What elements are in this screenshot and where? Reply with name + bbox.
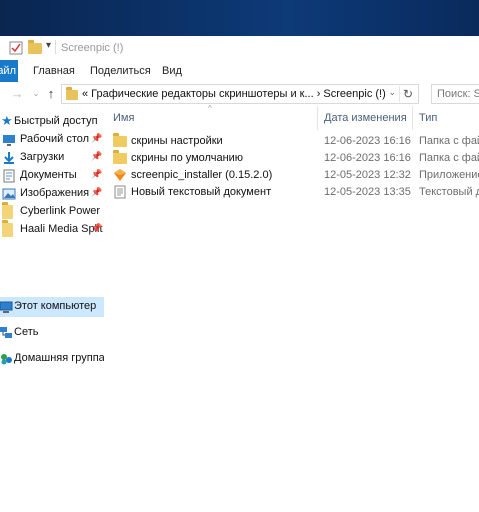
customize-toolbar-icon[interactable]: ▾ [46, 40, 60, 54]
homegroup-icon [1, 354, 12, 365]
nav-label: Cyberlink Power [20, 205, 101, 217]
nav-quick-access[interactable]: ★ Быстрый доступ [0, 112, 104, 132]
network-icon [0, 327, 12, 338]
new-folder-icon[interactable] [28, 40, 42, 55]
nav-this-pc[interactable]: Этот компьютер [0, 297, 104, 317]
installer-icon [114, 169, 126, 181]
pin-icon[interactable]: 📌 [91, 223, 102, 234]
file-name: Новый текстовый документ [131, 186, 272, 198]
pin-icon[interactable]: 📌 [91, 169, 102, 180]
explorer-window: ▾ Screenpic (!) айл Главная Поделиться В… [0, 36, 479, 512]
download-icon [4, 152, 14, 164]
nav-pictures[interactable]: Изображения 📌 [0, 184, 104, 204]
file-type: Приложение [419, 169, 479, 181]
refresh-icon[interactable]: ↻ [399, 86, 416, 102]
forward-arrow-icon[interactable]: → [9, 85, 25, 103]
nav-label: Документы [20, 169, 77, 181]
file-row[interactable]: Новый текстовый документ 12-05-2023 13:3… [113, 184, 479, 201]
titlebar-divider [55, 40, 56, 54]
file-name: скрины по умолчанию [131, 152, 244, 164]
file-date: 12-06-2023 16:16 [324, 152, 411, 164]
file-list: Имя ^ Дата изменения Тип скрины настройк… [113, 104, 479, 512]
computer-icon [0, 301, 13, 313]
star-icon: ★ [1, 113, 13, 128]
folder-icon [2, 202, 16, 219]
ribbon-tabs: айл Главная Поделиться Вид [0, 60, 479, 83]
breadcrumb[interactable]: « Графические редакторы скриншотеры и к.… [82, 88, 386, 100]
folder-icon [113, 150, 127, 165]
address-bar[interactable]: « Графические редакторы скриншотеры и к.… [61, 84, 419, 104]
file-row[interactable]: screenpic_installer (0.15.2.0) 12-05-202… [113, 167, 479, 184]
nav-homegroup[interactable]: Домашняя группа [0, 349, 104, 369]
navigation-pane: ★ Быстрый доступ Рабочий стол 📌 Загрузки… [0, 112, 104, 512]
text-file-icon [114, 185, 126, 199]
pictures-icon [2, 188, 16, 200]
nav-downloads[interactable]: Загрузки 📌 [0, 148, 104, 168]
nav-label: Изображения [20, 187, 90, 199]
recent-locations-icon[interactable]: ⌄ [28, 85, 44, 103]
pin-icon[interactable]: 📌 [91, 187, 102, 198]
nav-haali[interactable]: Haali Media Split 📌 [0, 220, 104, 240]
pin-icon[interactable]: 📌 [91, 133, 102, 144]
file-row[interactable]: скрины настройки 12-06-2023 16:16 Папка … [113, 133, 479, 150]
tab-home[interactable]: Главная [33, 65, 75, 77]
file-name: скрины настройки [131, 135, 223, 147]
tab-view[interactable]: Вид [162, 65, 182, 77]
nav-label: Сеть [14, 326, 39, 338]
desktop-background [0, 0, 479, 36]
file-date: 12-05-2023 13:35 [324, 186, 411, 198]
file-row[interactable]: скрины по умолчанию 12-06-2023 16:16 Пап… [113, 150, 479, 167]
nav-label: Быстрый доступ [14, 115, 98, 127]
file-type: Папка с фай [419, 135, 479, 147]
column-divider[interactable] [412, 106, 413, 130]
nav-label: Этот компьютер [14, 300, 97, 312]
documents-icon [3, 169, 15, 183]
address-dropdown-icon[interactable]: ⌄ [388, 87, 396, 98]
tab-file[interactable]: айл [0, 60, 18, 82]
file-type: Текстовый до [419, 186, 479, 198]
nav-label: Рабочий стол [20, 133, 90, 145]
desktop-icon [3, 135, 15, 146]
up-arrow-icon[interactable]: ↑ [43, 85, 59, 103]
column-header-name[interactable]: Имя [113, 106, 134, 130]
navigation-bar: → ⌄ ↑ « Графические редакторы скриншотер… [0, 82, 479, 106]
nav-label: Домашняя группа [14, 352, 104, 364]
file-type: Папка с фай [419, 152, 479, 164]
title-bar: ▾ Screenpic (!) [0, 36, 479, 60]
nav-documents[interactable]: Документы 📌 [0, 166, 104, 186]
search-input[interactable]: Поиск: Sc [431, 84, 479, 104]
nav-cyberlink[interactable]: Cyberlink Power [0, 202, 104, 222]
folder-icon [113, 133, 127, 148]
file-date: 12-06-2023 16:16 [324, 135, 411, 147]
window-title: Screenpic (!) [61, 42, 124, 54]
column-divider[interactable] [317, 106, 318, 130]
column-header-type[interactable]: Тип [419, 106, 437, 130]
tab-share[interactable]: Поделиться [90, 65, 151, 77]
nav-label: Загрузки [20, 151, 65, 163]
folder-icon [66, 87, 78, 100]
file-name: screenpic_installer (0.15.2.0) [131, 169, 273, 181]
nav-network[interactable]: Сеть [0, 323, 104, 343]
pin-icon[interactable]: 📌 [91, 151, 102, 162]
sort-arrow-icon: ^ [208, 104, 212, 113]
folder-icon [2, 220, 16, 237]
column-header-date[interactable]: Дата изменения [324, 106, 407, 130]
nav-desktop[interactable]: Рабочий стол 📌 [0, 130, 104, 150]
properties-icon[interactable] [9, 41, 23, 55]
file-date: 12-05-2023 12:32 [324, 169, 411, 181]
